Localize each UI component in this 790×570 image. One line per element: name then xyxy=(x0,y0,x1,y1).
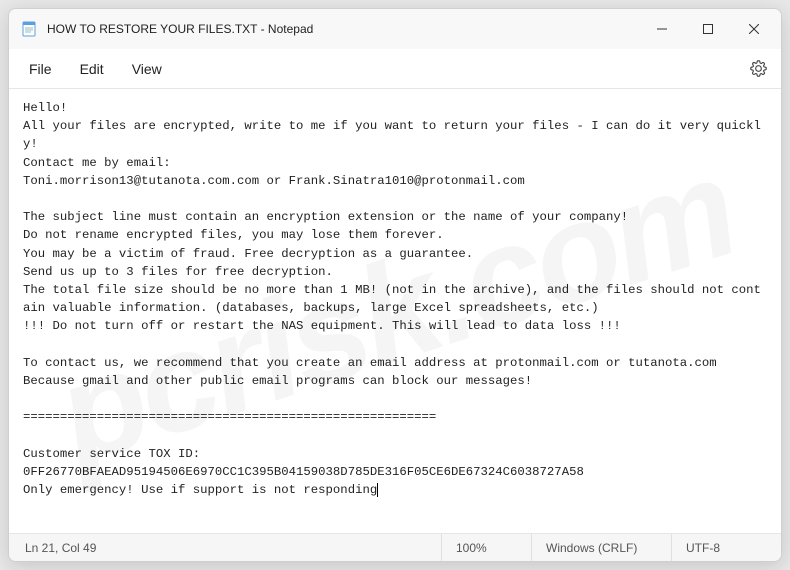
menu-file[interactable]: File xyxy=(15,53,66,85)
editor-content[interactable]: Hello! All your files are encrypted, wri… xyxy=(9,89,781,533)
minimize-button[interactable] xyxy=(639,13,685,45)
menu-edit[interactable]: Edit xyxy=(66,53,118,85)
notepad-icon xyxy=(21,21,37,37)
gear-icon xyxy=(750,60,767,77)
menubar: File Edit View xyxy=(9,49,781,89)
status-encoding: UTF-8 xyxy=(671,534,781,561)
statusbar: Ln 21, Col 49 100% Windows (CRLF) UTF-8 xyxy=(9,533,781,561)
settings-button[interactable] xyxy=(741,52,775,86)
maximize-button[interactable] xyxy=(685,13,731,45)
status-line-ending: Windows (CRLF) xyxy=(531,534,671,561)
status-position: Ln 21, Col 49 xyxy=(9,534,110,561)
text-caret xyxy=(377,483,378,497)
menu-view[interactable]: View xyxy=(118,53,176,85)
document-text: Hello! All your files are encrypted, wri… xyxy=(23,101,761,497)
status-zoom[interactable]: 100% xyxy=(441,534,531,561)
titlebar[interactable]: HOW TO RESTORE YOUR FILES.TXT - Notepad xyxy=(9,9,781,49)
window-title: HOW TO RESTORE YOUR FILES.TXT - Notepad xyxy=(47,22,313,36)
notepad-window: HOW TO RESTORE YOUR FILES.TXT - Notepad … xyxy=(8,8,782,562)
window-controls xyxy=(639,13,777,45)
close-button[interactable] xyxy=(731,13,777,45)
